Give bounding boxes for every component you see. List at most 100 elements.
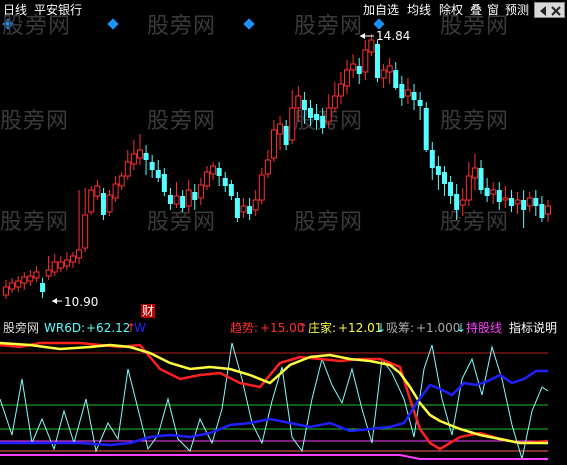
candle (331, 82, 338, 112)
candle (155, 160, 161, 182)
candle (386, 58, 393, 84)
candle (130, 140, 137, 170)
absorb-arrow-icon: ↓ (456, 321, 467, 335)
candle (76, 190, 83, 264)
candle (222, 172, 228, 192)
candle (295, 86, 302, 122)
candle (441, 166, 447, 196)
candle (143, 145, 149, 175)
candle (533, 190, 539, 216)
candle (161, 168, 167, 196)
candle (167, 188, 173, 210)
candle (478, 160, 484, 194)
indicator-source: 股旁网 (3, 321, 40, 335)
candle (40, 278, 46, 298)
candle (149, 155, 155, 178)
wr-fast-line (0, 342, 549, 460)
candle (216, 162, 222, 186)
candle (490, 182, 497, 204)
candle (307, 100, 313, 126)
candle (545, 200, 551, 222)
candle (210, 162, 217, 180)
candle (454, 184, 460, 220)
dealer-label: 庄家: (308, 321, 337, 335)
wr-label: WR6D: (44, 321, 86, 335)
candle (521, 190, 527, 228)
candle (203, 166, 210, 190)
candle (417, 92, 423, 120)
candle (247, 198, 253, 220)
candle (374, 40, 380, 82)
candle (325, 94, 332, 128)
trend-arrow-icon: ↑ (298, 321, 309, 335)
finance-badge[interactable]: 财 (141, 304, 156, 318)
candle (380, 64, 387, 88)
obscured-label: W (134, 321, 146, 335)
candle (465, 162, 472, 206)
candle (277, 116, 284, 150)
candle (448, 176, 454, 204)
trend-label: 趋势: (230, 321, 259, 335)
candle (33, 266, 40, 282)
candle (514, 192, 521, 214)
stock-chart-window: 日线 平安银行 加自选 均线 除权 叠 窗 预测 股旁网 股旁网 股旁网 股旁网… (0, 0, 567, 465)
high-price-label: 14.84 (376, 29, 411, 43)
candle (45, 256, 52, 280)
absorb-label: 吸筹: (386, 321, 415, 335)
low-price-label: 10.90 (64, 295, 99, 309)
candle (27, 270, 34, 286)
candle (112, 176, 119, 202)
candle (9, 278, 16, 293)
candle (539, 196, 545, 222)
wr-line (0, 341, 549, 451)
candle (124, 150, 131, 180)
candle (337, 72, 344, 104)
indicator-chart[interactable] (0, 339, 567, 464)
candle (21, 272, 28, 290)
candle (423, 102, 429, 152)
candle (264, 150, 271, 178)
candle (63, 252, 70, 270)
candle (393, 62, 399, 90)
candle (429, 142, 435, 180)
candle (320, 108, 326, 134)
candle (459, 188, 466, 216)
candle (69, 252, 76, 268)
candle (484, 178, 490, 202)
wr-value: +62.12 (86, 321, 131, 335)
candle (234, 192, 240, 222)
candle (185, 180, 192, 212)
candle (252, 190, 259, 216)
candle (471, 154, 478, 190)
candle (350, 54, 357, 78)
candle (118, 172, 125, 190)
candle (88, 186, 95, 215)
absorb-value: +1.000 (416, 321, 461, 335)
candle (180, 190, 186, 212)
candle (57, 256, 64, 272)
candle (15, 276, 22, 292)
candle (270, 120, 277, 162)
candle (82, 188, 89, 252)
candle (399, 76, 405, 106)
candlestick-chart[interactable] (0, 0, 567, 305)
candle (368, 34, 375, 56)
candle (283, 120, 289, 150)
hold-line-label: 持股线 (466, 321, 503, 335)
candle (51, 254, 58, 276)
candle (314, 104, 320, 130)
candle (404, 78, 411, 104)
candle (502, 186, 509, 208)
candle (526, 192, 533, 212)
candle (100, 188, 106, 220)
candle (3, 280, 9, 299)
candle (173, 182, 180, 208)
candle (258, 168, 265, 204)
candle (411, 84, 417, 110)
candle (435, 156, 441, 190)
indicator-help-button[interactable]: 指标说明 (509, 321, 557, 335)
candle (301, 92, 307, 124)
candle (496, 182, 502, 210)
candle (344, 60, 351, 94)
dealer-arrow-icon: ↓ (376, 321, 387, 335)
